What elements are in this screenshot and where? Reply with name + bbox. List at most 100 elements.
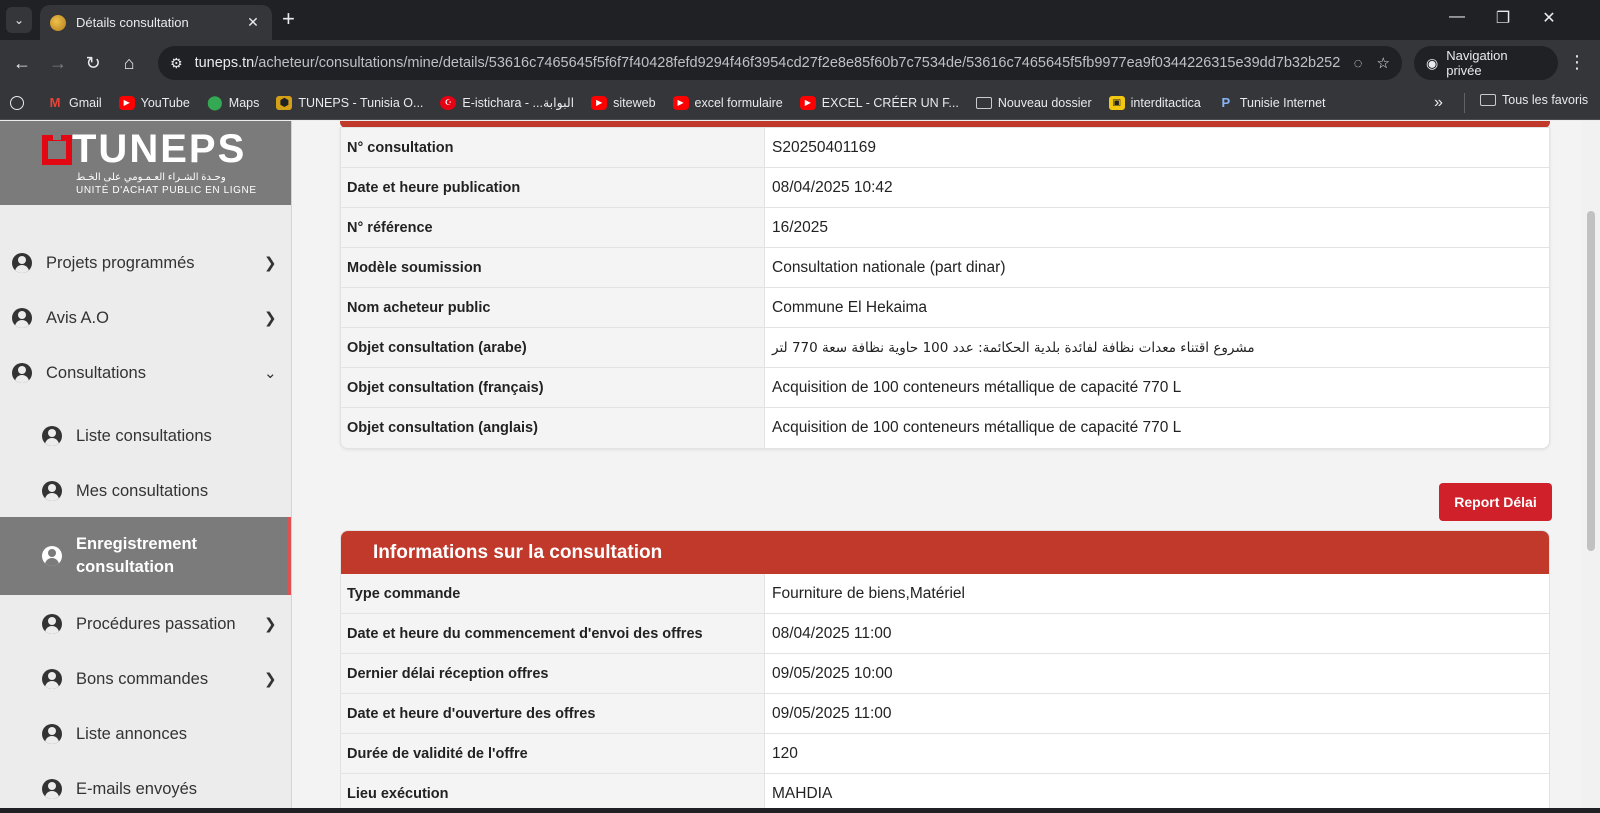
bookmark-interditactica[interactable]: ▣ interditactica [1108,95,1201,110]
consultation-details-table: N° consultation S20250401169 Date et heur… [340,127,1550,449]
row-value: 120 [772,744,798,762]
browser-tabbar: ⌄ Détails consultation ✕ + — ❐ ✕ [0,0,1600,40]
row-label: Type commande [341,574,765,613]
user-icon [12,308,32,328]
user-icon [42,426,62,446]
more-bookmarks-icon[interactable]: » [1434,94,1443,112]
logo-subtitle: UNITÉ D'ACHAT PUBLIC EN LIGNE [76,185,257,196]
globe-icon [10,95,24,110]
sidebar-item-label: Projets programmés [46,253,195,272]
bookmark-excel-creer[interactable]: ▶ EXCEL - CRÉER UN F... [799,95,959,110]
row-label: N° référence [341,208,765,247]
tab-favicon-icon [50,14,66,31]
row-label: Dernier délai réception offres [341,654,765,693]
sidebar-item-procedures-passation[interactable]: Procédures passation ❯ [0,606,291,642]
sidebar-item-mes-consultations[interactable]: Mes consultations [0,473,291,509]
user-icon [42,779,62,799]
tunisie-internet-icon: P [1221,95,1231,110]
sidebar-item-label: Liste annonces [76,724,187,743]
logo-arabic: وحـدة الشـراء العـمـومي على الخـط [76,172,226,183]
youtube-icon: ▶ [672,95,689,110]
interditactica-icon: ▣ [1108,95,1125,110]
consultation-info-panel: Informations sur la consultation Type co… [340,530,1550,813]
row-value: Fourniture de biens,Matériel [772,584,965,602]
all-bookmarks-label: Tous les favoris [1502,93,1589,107]
bookmark-tunisie-internet[interactable]: P Tunisie Internet [1218,95,1325,110]
bookmark-maps[interactable]: ⬤ Maps [207,94,259,110]
bookmark-label: TUNEPS - Tunisia O... [298,95,424,110]
site-info-icon[interactable]: ⚙ [170,55,183,72]
table-row: Objet consultation (anglais) Acquisition … [341,408,1549,448]
browser-tab[interactable]: Détails consultation ✕ [40,5,272,40]
bookmark-nouveau-dossier[interactable]: Nouveau dossier [975,96,1092,110]
home-icon[interactable]: ⌂ [116,50,142,76]
tab-close-icon[interactable]: ✕ [244,14,262,31]
minimize-icon[interactable]: — [1434,8,1480,26]
browser-toolbar: ← → ↻ ⌂ ⚙ tuneps.tn/acheteur/consultatio… [0,40,1600,86]
bookmark-siteweb[interactable]: ▶ siteweb [591,95,656,110]
tab-search-icon[interactable]: ⌄ [6,7,32,33]
table-row: Dernier délai réception offres 09/05/2025… [341,654,1549,694]
tab-title: Détails consultation [76,15,189,30]
table-row: Type commande Fourniture de biens,Matérie… [341,574,1549,614]
info-panel-title: Informations sur la consultation [341,531,1549,574]
back-icon[interactable]: ← [9,50,35,76]
chevron-right-icon: ❯ [264,310,277,327]
bookmark-label: EXCEL - CRÉER UN F... [821,95,959,110]
table-row: Objet consultation (arabe) مشروع اقتناء م… [341,328,1549,368]
private-browsing-indicator[interactable]: ◉ Navigation privée [1414,46,1558,80]
tracking-protection-icon[interactable]: ◌ [1354,55,1363,72]
row-value: 09/05/2025 11:00 [772,704,892,722]
bookmark-youtube[interactable]: ▶ YouTube [118,95,190,110]
row-value: Consultation nationale (part dinar) [772,258,1006,276]
sidebar-item-label: Consultations [46,363,146,382]
reload-icon[interactable]: ↻ [80,50,106,76]
sidebar-item-emails-envoyes[interactable]: E-mails envoyés [0,771,291,807]
main-content: N° consultation S20250401169 Date et heur… [292,121,1582,813]
table-row: Date et heure d'ouverture des offres 09/0… [341,694,1549,734]
incognito-icon: ◉ [1426,54,1439,71]
sidebar-item-avis-ao[interactable]: Avis A.O ❯ [0,300,291,336]
restore-icon[interactable]: ❐ [1480,8,1526,28]
tuneps-logo[interactable]: TUNEPS وحـدة الشـراء العـمـومي على الخـط… [0,121,291,205]
new-tab-icon[interactable]: + [282,8,295,30]
window-close-icon[interactable]: ✕ [1526,8,1572,28]
youtube-icon: ▶ [799,95,816,110]
bookmark-label: interditactica [1130,95,1201,110]
all-bookmarks[interactable]: Tous les favoris [1480,93,1588,107]
bookmark-apps[interactable] [10,95,30,110]
report-delai-button[interactable]: Report Délai [1439,483,1552,521]
bookmark-istichara[interactable]: ☪ E-istichara - ...البوابة [440,95,574,110]
sidebar-item-consultations[interactable]: Consultations ⌄ [0,355,291,391]
chevron-right-icon: ❯ [264,616,277,633]
sidebar-item-projets-programmes[interactable]: Projets programmés ❯ [0,245,291,281]
scrollbar-thumb[interactable] [1587,211,1595,551]
row-value: 09/05/2025 10:00 [772,664,893,682]
sidebar-item-liste-annonces[interactable]: Liste annonces [0,716,291,752]
table-row: Nom acheteur public Commune El Hekaima [341,288,1549,328]
bookmark-star-icon[interactable]: ☆ [1377,54,1390,72]
row-value: مشروع اقتناء معدات نظافة لفائدة بلدية ال… [772,339,1255,356]
bookmark-gmail[interactable]: M Gmail [47,95,102,110]
sidebar-item-liste-consultations[interactable]: Liste consultations [0,418,291,454]
chevron-right-icon: ❯ [264,671,277,688]
row-label: Objet consultation (français) [341,368,765,407]
private-label: Navigation privée [1446,48,1508,78]
page-scrollbar[interactable] [1582,121,1600,813]
browser-menu-icon[interactable]: ⋮ [1568,52,1586,73]
row-label: N° consultation [341,128,765,167]
sidebar-item-bons-commandes[interactable]: Bons commandes ❯ [0,661,291,697]
address-bar[interactable]: ⚙ tuneps.tn/acheteur/consultations/mine/… [158,46,1402,80]
youtube-icon: ▶ [118,95,135,110]
forward-icon[interactable]: → [45,50,71,76]
sidebar-item-label: E-mails envoyés [76,779,198,798]
bookmark-tuneps[interactable]: ⬢ TUNEPS - Tunisia O... [276,95,424,110]
bookmark-excel-formulaire[interactable]: ▶ excel formulaire [672,95,783,110]
chevron-down-icon: ⌄ [264,365,277,382]
tunisia-flag-icon: ☪ [440,95,457,110]
user-icon [12,253,32,273]
table-row: Date et heure publication 08/04/2025 10:4… [341,168,1549,208]
sidebar-item-enregistrement-consultation[interactable]: Enregistrement consultation [0,517,291,595]
row-label: Objet consultation (anglais) [341,408,765,448]
table-row: N° consultation S20250401169 [341,128,1549,168]
